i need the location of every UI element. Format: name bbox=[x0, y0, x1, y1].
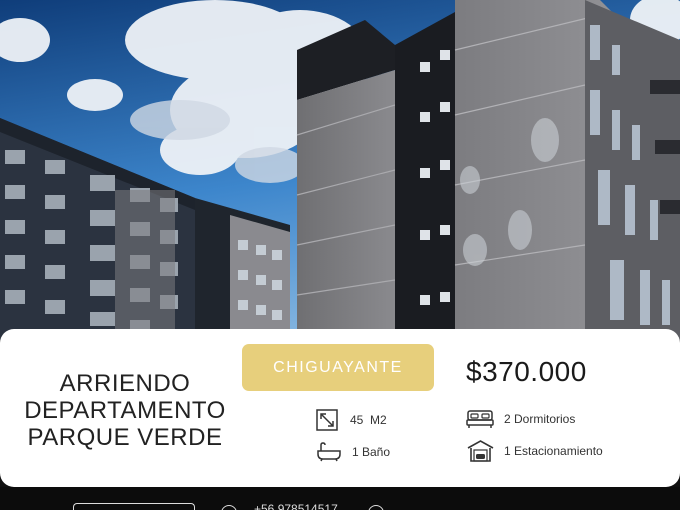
feature-parking: 1 Estacionamiento bbox=[467, 440, 603, 462]
title-line-2: DEPARTAMENTO bbox=[24, 397, 226, 424]
title-line-1: ARRIENDO bbox=[59, 370, 191, 397]
garage-icon bbox=[467, 440, 494, 462]
listing-flyer: ARRIENDO DEPARTAMENTO PARQUE VERDE CHIGU… bbox=[0, 0, 680, 510]
contact-button[interactable] bbox=[73, 503, 195, 510]
parking-value: 1 Estacionamiento bbox=[504, 444, 603, 458]
bathtub-icon bbox=[317, 442, 341, 462]
title-line-3: PARQUE VERDE bbox=[27, 424, 223, 451]
bathrooms-value: 1 Baño bbox=[352, 445, 391, 459]
resize-arrows-icon bbox=[316, 409, 338, 431]
phone-number[interactable]: +56 978514517 bbox=[254, 502, 338, 510]
feature-bedrooms: 2 Dormitorios bbox=[466, 408, 575, 430]
feature-area: 45 M2 bbox=[316, 409, 387, 431]
price-label: $370.000 bbox=[466, 356, 587, 387]
bed-icon bbox=[466, 410, 494, 428]
location-badge: CHIGUAYANTE bbox=[242, 344, 434, 391]
area-value: 45 M2 bbox=[350, 413, 387, 427]
feature-bathrooms: 1 Baño bbox=[316, 442, 390, 462]
listing-title: ARRIENDO DEPARTAMENTO PARQUE VERDE bbox=[10, 370, 240, 451]
bedrooms-value: 2 Dormitorios bbox=[504, 412, 576, 426]
